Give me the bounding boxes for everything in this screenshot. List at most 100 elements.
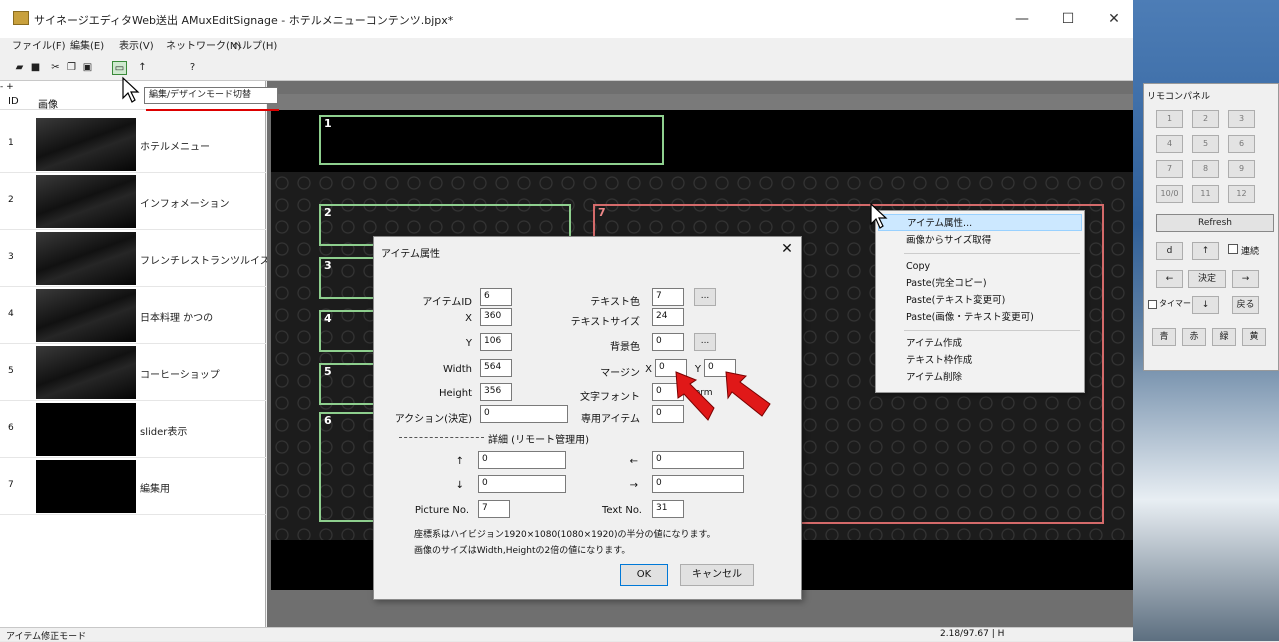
text-color-browse-button[interactable]: ... (694, 288, 716, 306)
remote-left-input[interactable]: 0 (652, 451, 744, 469)
ctx-paste-full[interactable]: Paste(完全コピー) (878, 275, 1082, 292)
list-item[interactable]: 7 編集用 (0, 458, 266, 515)
remote-yellow-button[interactable]: 黄 (1242, 328, 1266, 346)
ok-button[interactable]: OK (620, 564, 668, 586)
canvas-item[interactable]: 4 (319, 310, 377, 352)
row-name: ホテルメニュー (140, 142, 210, 153)
collapse-expand-buttons[interactable]: - + (0, 81, 30, 93)
text-no-input[interactable]: 31 (652, 500, 684, 518)
canvas-item[interactable]: 3 (319, 257, 377, 299)
menu-edit[interactable]: 編集(E) (70, 38, 104, 56)
remote-key[interactable]: 9 (1228, 160, 1255, 178)
upload-icon[interactable]: ↑ (135, 61, 150, 75)
row-id: 2 (8, 195, 14, 205)
list-item[interactable]: 6 slider表示 (0, 401, 266, 458)
canvas-item[interactable]: 6 (319, 412, 377, 522)
minimize-button[interactable]: — (1004, 6, 1040, 32)
remote-up-input[interactable]: 0 (478, 451, 566, 469)
close-button[interactable]: ✕ (1096, 6, 1132, 32)
size-note: 画像のサイズはWidth,Heightの2倍の値になります。 (414, 546, 631, 556)
ctx-separator (904, 330, 1080, 331)
canvas-item[interactable]: 1 (319, 115, 664, 165)
width-input[interactable]: 564 (480, 359, 512, 377)
x-input[interactable]: 360 (480, 308, 512, 326)
remote-enter-button[interactable]: 決定 (1188, 270, 1226, 288)
remote-key[interactable]: 10/0 (1156, 185, 1183, 203)
ctx-paste-image-text[interactable]: Paste(画像・テキスト変更可) (878, 309, 1082, 326)
ctx-copy[interactable]: Copy (878, 258, 1082, 275)
margin-label: マージン (600, 368, 640, 379)
bg-color-browse-button[interactable]: ... (694, 333, 716, 351)
text-color-input[interactable]: 7 (652, 288, 684, 306)
ctx-create-text-frame[interactable]: テキスト枠作成 (878, 352, 1082, 369)
special-item-label: 専用アイテム (581, 414, 640, 425)
copy-icon[interactable]: ❐ (64, 61, 79, 75)
ctx-create-item[interactable]: アイテム作成 (878, 335, 1082, 352)
item-number: 7 (598, 206, 606, 219)
toolbar: ▰ ■ ✂ ❐ ▣ ▭ ↑ ? (0, 57, 1133, 81)
row-thumbnail (36, 232, 136, 285)
list-item[interactable]: 3 フレンチレストランツルイス (0, 230, 270, 287)
bg-color-input[interactable]: 0 (652, 333, 684, 351)
remote-key[interactable]: 2 (1192, 110, 1219, 128)
title-bar: サイネージエディタWeb送出 AMuxEditSignage - ホテルメニュー… (0, 0, 1133, 38)
item-id-input[interactable]: 6 (480, 288, 512, 306)
menu-network[interactable]: ネットワーク(N) (166, 38, 241, 56)
continuous-checkbox[interactable] (1228, 244, 1238, 254)
ctx-item-properties[interactable]: アイテム属性... (878, 214, 1082, 231)
list-item[interactable]: 1 ホテルメニュー (0, 116, 266, 173)
ctx-get-size-from-image[interactable]: 画像からサイズ取得 (878, 232, 1082, 249)
remote-key[interactable]: 3 (1228, 110, 1255, 128)
menu-view[interactable]: 表示(V) (119, 38, 154, 56)
open-icon[interactable]: ▰ (12, 61, 27, 75)
remote-key[interactable]: 5 (1192, 135, 1219, 153)
remote-red-button[interactable]: 赤 (1182, 328, 1206, 346)
remote-key[interactable]: 11 (1192, 185, 1219, 203)
menu-file[interactable]: ファイル(F) (12, 38, 66, 56)
annotation-arrows (675, 371, 771, 421)
remote-blue-button[interactable]: 青 (1152, 328, 1176, 346)
remote-key[interactable]: 7 (1156, 160, 1183, 178)
item-number: 5 (324, 365, 332, 378)
remote-right-input[interactable]: 0 (652, 475, 744, 493)
ctx-paste-text[interactable]: Paste(テキスト変更可) (878, 292, 1082, 309)
remote-right-button[interactable]: → (1232, 270, 1259, 288)
remote-down-input[interactable]: 0 (478, 475, 566, 493)
list-item[interactable]: 5 コーヒーショップ (0, 344, 266, 401)
toolbar-tooltip: 編集/デザインモード切替 (144, 87, 278, 104)
bg-color-label: 背景色 (610, 342, 640, 353)
remote-up-button[interactable]: ↑ (1192, 242, 1219, 260)
remote-key[interactable]: 1 (1156, 110, 1183, 128)
remote-back-button[interactable]: 戻る (1232, 296, 1259, 314)
picture-no-input[interactable]: 7 (478, 500, 510, 518)
ctx-delete-item[interactable]: アイテム削除 (878, 369, 1082, 386)
dialog-close-button[interactable]: ✕ (777, 241, 797, 259)
status-coords: 2.18/97.67 | H (940, 629, 1005, 639)
canvas-item[interactable]: 5 (319, 363, 377, 405)
list-item[interactable]: 4 日本料理 かつの (0, 287, 266, 344)
remote-key[interactable]: 4 (1156, 135, 1183, 153)
save-icon[interactable]: ■ (28, 61, 43, 75)
text-size-input[interactable]: 24 (652, 308, 684, 326)
remote-right-label: → (629, 480, 638, 491)
remote-left-button[interactable]: ← (1156, 270, 1183, 288)
height-input[interactable]: 356 (480, 383, 512, 401)
item-number: 6 (324, 414, 332, 427)
refresh-button[interactable]: Refresh (1156, 214, 1274, 232)
remote-d-button[interactable]: d (1156, 242, 1183, 260)
remote-green-button[interactable]: 緑 (1212, 328, 1236, 346)
y-input[interactable]: 106 (480, 333, 512, 351)
maximize-button[interactable]: ☐ (1050, 6, 1086, 32)
help-icon[interactable]: ? (185, 61, 200, 75)
remote-key[interactable]: 12 (1228, 185, 1255, 203)
menu-help[interactable]: ヘルプ(H) (232, 38, 277, 56)
paste-icon[interactable]: ▣ (80, 61, 95, 75)
remote-down-button[interactable]: ↓ (1192, 296, 1219, 314)
cancel-button[interactable]: キャンセル (680, 564, 754, 586)
mode-toggle-icon[interactable]: ▭ (112, 61, 127, 75)
list-item[interactable]: 2 インフォメーション (0, 173, 266, 230)
remote-key[interactable]: 6 (1228, 135, 1255, 153)
timer-checkbox[interactable] (1148, 300, 1157, 309)
remote-key[interactable]: 8 (1192, 160, 1219, 178)
cut-icon[interactable]: ✂ (48, 61, 63, 75)
